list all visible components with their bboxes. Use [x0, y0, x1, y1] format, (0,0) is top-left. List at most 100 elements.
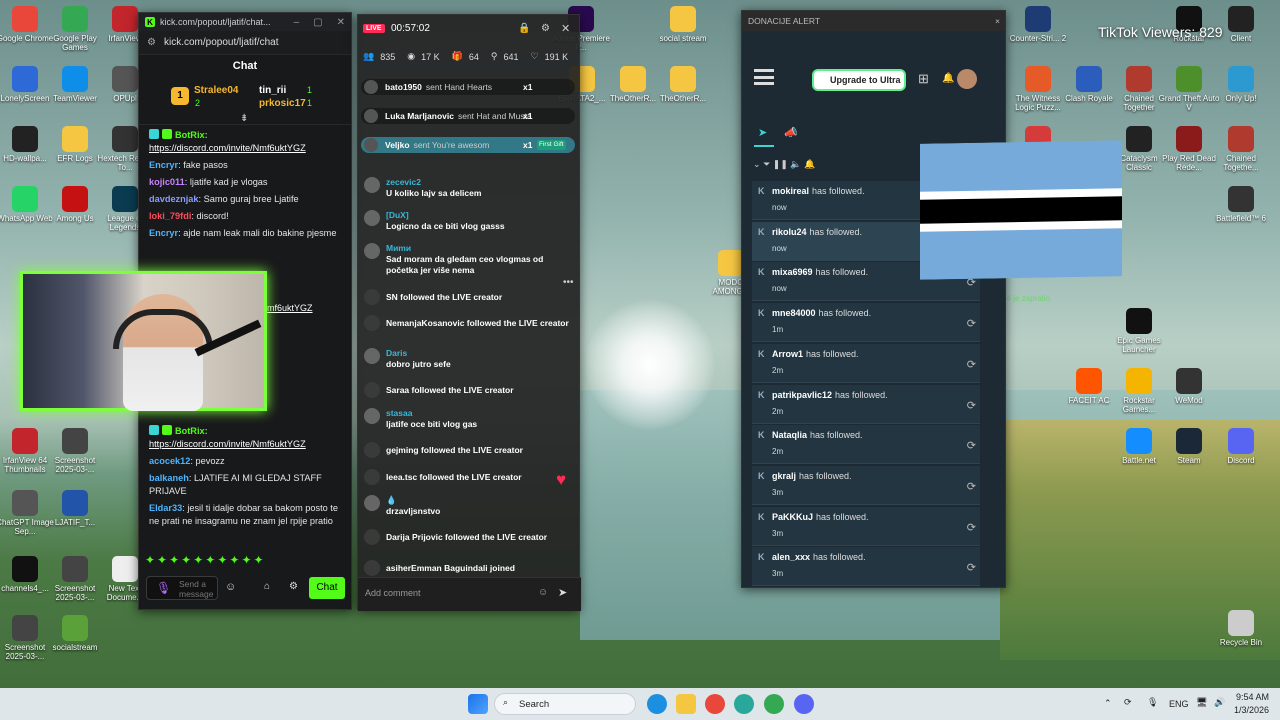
desktop-icon[interactable]: social stream	[652, 6, 714, 43]
replay-icon[interactable]: ⟳	[967, 480, 976, 493]
chrome-icon[interactable]	[705, 694, 725, 714]
comment-author[interactable]: stasaa	[386, 408, 574, 419]
chat-link[interactable]: https://discord.com/invite/Nmf6uktYGZ	[149, 439, 306, 449]
chat-username[interactable]: kojic011	[149, 177, 185, 187]
desktop-icon[interactable]: Counter-Stri... 2	[1007, 6, 1069, 43]
follower-name[interactable]: rikolu24	[772, 227, 807, 237]
discord-icon[interactable]	[794, 694, 814, 714]
follower-name[interactable]: Nataqlia	[772, 430, 807, 440]
send-tab-icon[interactable]: ➤	[758, 126, 767, 139]
more-options-icon[interactable]: •••	[563, 277, 574, 288]
apps-grid-icon[interactable]: ⊞	[918, 71, 929, 87]
desktop-icon[interactable]: Discord	[1210, 428, 1272, 465]
chat-username[interactable]: Encryr	[149, 160, 178, 170]
desktop-icon[interactable]: Recycle Bin	[1210, 610, 1272, 647]
comment-author[interactable]: Daris	[386, 348, 574, 359]
mic-icon[interactable]: 🎙	[156, 581, 171, 595]
replay-icon[interactable]: ⟳	[967, 521, 976, 534]
replay-icon[interactable]: ⟳	[967, 439, 976, 452]
chevron-down-icon[interactable]: ⌄	[753, 159, 761, 169]
desktop-icon[interactable]: WeMod	[1158, 368, 1220, 405]
desktop-icon[interactable]: TheOtherR...	[652, 66, 714, 103]
lock-icon[interactable]: 🔒	[518, 23, 530, 34]
comment-input[interactable]: Add comment ☺ ➤	[358, 577, 581, 611]
replay-icon[interactable]: ⟳	[967, 358, 976, 371]
follower-name[interactable]: mokireal	[772, 186, 809, 196]
kick-address-bar[interactable]: ⚙ kick.com/popout/ljatif/chat	[139, 31, 351, 55]
minimize-icon[interactable]: –	[294, 17, 300, 28]
gift-icon[interactable]: ⌂	[264, 581, 270, 592]
desktop-icon[interactable]: LJATIF_T...	[44, 490, 106, 527]
comment-author[interactable]: Mиmи	[386, 243, 574, 254]
comment-author[interactable]: zecevic2	[386, 177, 574, 188]
gift-sender[interactable]: bato1950	[385, 82, 422, 92]
follower-name[interactable]: mne84000	[772, 308, 816, 318]
leader-1-name[interactable]: Stralee04	[194, 85, 238, 96]
desktop-icon[interactable]: Epic Games Launcher	[1108, 308, 1170, 354]
bell-icon[interactable]: 🔔	[942, 73, 954, 84]
chat-link[interactable]: https://discord.com/invite/Nmf6uktYGZ	[149, 143, 306, 153]
chat-username[interactable]: Encryr	[149, 228, 178, 238]
leader-2-name[interactable]: tin_rii	[259, 85, 286, 96]
language-indicator[interactable]: ENG	[1169, 699, 1189, 709]
gift-sender[interactable]: Veljko	[385, 140, 410, 150]
settings-icon[interactable]: ⚙	[541, 23, 550, 34]
edge-icon[interactable]	[647, 694, 667, 714]
replay-icon[interactable]: ⟳	[967, 399, 976, 412]
close-icon[interactable]: ×	[995, 11, 1000, 31]
chat-username[interactable]: davdeznjak	[149, 194, 199, 204]
emoji-icon[interactable]: ☺	[538, 587, 548, 598]
upgrade-button[interactable]: Upgrade to Ultra	[812, 69, 906, 91]
emote-picker-icon[interactable]: ☺	[225, 581, 236, 593]
maximize-icon[interactable]: ▢	[313, 17, 322, 28]
desktop-icon[interactable]: Chained Togethe...	[1210, 126, 1272, 172]
follower-name[interactable]: Arrow1	[772, 349, 803, 359]
kick-send-box[interactable]: 🎙 Send a message	[146, 576, 218, 600]
taskbar-search[interactable]: ⌕ Search	[494, 693, 636, 715]
announce-tab-icon[interactable]: 📣	[784, 126, 798, 139]
desktop-icon[interactable]: Screenshot 2025-03-...	[44, 428, 106, 474]
follower-name[interactable]: gkralj	[772, 471, 796, 481]
comment-author[interactable]: [DuX]	[386, 210, 574, 221]
comment-author[interactable]: 💧	[386, 495, 574, 506]
tray-mic-icon[interactable]: 🎙	[1147, 697, 1158, 708]
chat-username[interactable]: Eldar33	[149, 503, 182, 513]
volume-icon[interactable]: 🔊	[1214, 697, 1225, 708]
volume-icon[interactable]: 🔈	[790, 159, 801, 169]
tray-chevron-icon[interactable]: ⌃	[1104, 698, 1112, 709]
chat-send-button[interactable]: Chat	[309, 577, 345, 599]
gift-sender[interactable]: Luka Marljanovic	[385, 111, 454, 121]
filter-icon[interactable]: ⏷	[763, 159, 770, 169]
clock-time[interactable]: 9:54 AM	[1236, 692, 1269, 702]
chat-username[interactable]: BotRix:	[175, 426, 208, 436]
chat-username[interactable]: balkaneh	[149, 473, 189, 483]
app-icon[interactable]	[734, 694, 754, 714]
desktop-icon[interactable]: Battlefield™ 6	[1210, 186, 1272, 223]
collapse-leaderboard-icon[interactable]: ⇟	[240, 113, 248, 124]
emote-icon[interactable]: ✦✦✦✦✦✦✦✦✦✦	[145, 553, 266, 567]
notify-icon[interactable]: 🔔	[804, 159, 815, 169]
follower-name[interactable]: mixa6969	[772, 267, 813, 277]
close-icon[interactable]: ✕	[337, 17, 345, 28]
settings-icon[interactable]: ⚙	[289, 581, 298, 592]
leader-3-name[interactable]: prkosic17	[259, 98, 306, 109]
pause-icon[interactable]: ❚❚	[773, 159, 788, 169]
file-explorer-icon[interactable]	[676, 694, 696, 714]
chrome-profile-icon[interactable]	[764, 694, 784, 714]
avatar[interactable]	[957, 69, 977, 89]
send-icon[interactable]: ➤	[558, 586, 567, 599]
follower-name[interactable]: PaKKKuJ	[772, 512, 813, 522]
replay-icon[interactable]: ⟳	[967, 561, 976, 574]
desktop-icon[interactable]: Only Up!	[1210, 66, 1272, 103]
chat-username[interactable]: acocek12	[149, 456, 190, 466]
chat-username[interactable]: BotRix:	[175, 130, 208, 140]
follower-name[interactable]: alen_xxx	[772, 552, 810, 562]
chat-username[interactable]: loki_79fdi	[149, 211, 191, 221]
follower-name[interactable]: patrikpavlic12	[772, 390, 832, 400]
tray-app-icon[interactable]: ⟳	[1124, 697, 1132, 708]
desktop-icon[interactable]: socialstream	[44, 615, 106, 652]
clock-date[interactable]: 1/3/2026	[1234, 705, 1269, 715]
network-icon[interactable]: 🖥	[1196, 697, 1207, 708]
kick-hidden-link[interactable]: mf6uktYGZ	[267, 303, 313, 313]
start-icon[interactable]	[468, 694, 488, 714]
